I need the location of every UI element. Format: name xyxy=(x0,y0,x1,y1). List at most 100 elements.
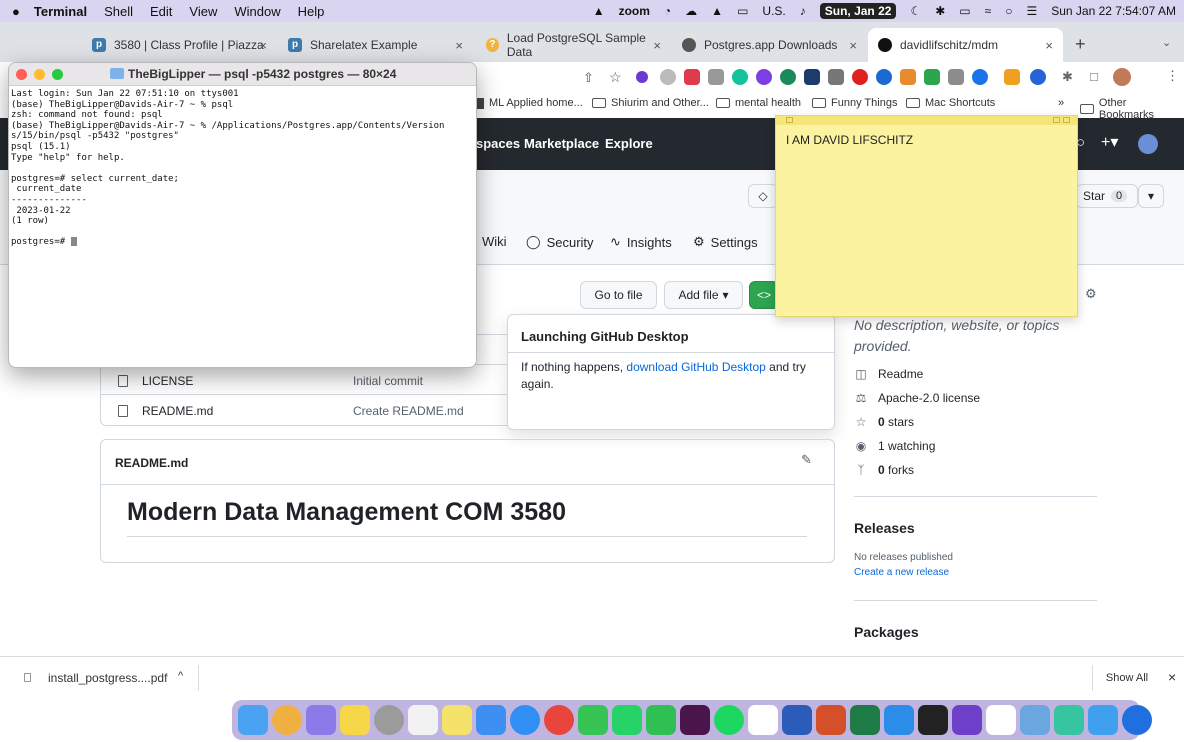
tab-load-postgres[interactable]: ? Load PostgreSQL Sample Data × xyxy=(476,28,671,62)
wifi-icon[interactable]: ≈ xyxy=(985,4,992,18)
spotify-icon[interactable] xyxy=(714,705,744,735)
menu-app-terminal[interactable]: Terminal xyxy=(34,4,87,19)
battery-charge-icon[interactable]: ▭ xyxy=(959,4,970,18)
extension-icon[interactable] xyxy=(636,71,648,83)
menu-window[interactable]: Window xyxy=(234,4,280,19)
calendar-icon[interactable] xyxy=(986,705,1016,735)
zoom-status[interactable]: zoom xyxy=(619,4,650,18)
close-icon[interactable]: × xyxy=(455,38,463,53)
create-release-link[interactable]: Create a new release xyxy=(854,567,949,578)
moon-icon[interactable]: ☾ xyxy=(910,4,921,18)
extension-icon[interactable] xyxy=(804,69,820,85)
show-all-button[interactable]: Show All xyxy=(1092,665,1161,691)
close-icon[interactable]: × xyxy=(259,38,267,53)
download-file-name[interactable]: install_postgress....pdf xyxy=(48,671,167,685)
launchpad-icon[interactable] xyxy=(306,705,336,735)
extension-icon[interactable] xyxy=(972,69,988,85)
readme-link[interactable]: ◫ Readme xyxy=(854,367,923,381)
app-icon[interactable] xyxy=(1088,705,1118,735)
bookmark-funny-things[interactable]: Funny Things xyxy=(812,97,897,109)
nav-explore[interactable]: Explore xyxy=(605,136,653,151)
sticky-close-icon[interactable] xyxy=(786,117,793,123)
metamask-icon[interactable] xyxy=(900,69,916,85)
close-icon[interactable]: × xyxy=(849,38,857,53)
spotlight-icon[interactable]: ○ xyxy=(1005,4,1012,18)
hat-icon[interactable]: ▲ xyxy=(711,4,723,18)
whatsapp-icon[interactable] xyxy=(612,705,642,735)
menu-shell[interactable]: Shell xyxy=(104,4,133,19)
facetime-icon[interactable] xyxy=(646,705,676,735)
star-button[interactable]: Star 0 xyxy=(1076,184,1138,208)
extension-icon[interactable] xyxy=(948,69,964,85)
input-source[interactable]: U.S. xyxy=(762,4,785,18)
extension-icon[interactable] xyxy=(876,69,892,85)
sticky-note[interactable]: I AM DAVID LIFSCHITZ xyxy=(775,115,1078,317)
stickies-icon[interactable] xyxy=(442,705,472,735)
close-icon[interactable]: × xyxy=(653,38,661,53)
extensions-puzzle-icon[interactable]: ✱ xyxy=(1062,69,1073,85)
control-center-icon[interactable]: ☰ xyxy=(1026,4,1037,18)
extension-icon[interactable] xyxy=(852,69,868,85)
extension-icon[interactable] xyxy=(660,69,676,85)
go-to-file-button[interactable]: Go to file xyxy=(580,281,657,309)
bookmark-star-icon[interactable]: ☆ xyxy=(609,69,622,86)
powerpoint-icon[interactable] xyxy=(816,705,846,735)
license-link[interactable]: ⚖ Apache-2.0 license xyxy=(854,391,980,405)
reminders-icon[interactable] xyxy=(408,705,438,735)
terminal-window[interactable]: TheBigLipper — psql -p5432 postgres — 80… xyxy=(8,62,477,368)
about-gear-icon[interactable]: ⚙ xyxy=(1085,286,1097,302)
bookmarks-overflow-icon[interactable]: » xyxy=(1058,97,1064,109)
star-dropdown[interactable]: ▾ xyxy=(1138,184,1164,208)
tab-insights[interactable]: ∿ Insights xyxy=(610,234,672,250)
safari-icon[interactable] xyxy=(510,705,540,735)
stars-link[interactable]: ☆ 0 stars xyxy=(854,415,914,429)
extension-icon[interactable] xyxy=(1004,69,1020,85)
slack-icon[interactable] xyxy=(1054,705,1084,735)
create-new-icon[interactable]: +▾ xyxy=(1101,132,1118,152)
tab-postgres-app[interactable]: Postgres.app Downloads × xyxy=(672,28,867,62)
extension-icon[interactable] xyxy=(924,69,940,85)
mail-icon[interactable] xyxy=(476,705,506,735)
pin-button[interactable]: ◇ xyxy=(748,184,778,208)
watching-link[interactable]: ◉ 1 watching xyxy=(854,439,936,453)
extension-icon[interactable] xyxy=(780,69,796,85)
system-settings-icon[interactable] xyxy=(374,705,404,735)
bookmark-mac-shortcuts[interactable]: Mac Shortcuts xyxy=(906,97,995,109)
terminal-output[interactable]: Last login: Sun Jan 22 07:51:10 on ttys0… xyxy=(9,86,476,251)
tab-security[interactable]: ◯ Security xyxy=(526,234,594,250)
clock[interactable]: Sun Jan 22 7:54:07 AM xyxy=(1051,4,1176,18)
bookmark-ml-applied[interactable]: ML Applied home... xyxy=(476,97,583,109)
new-tab-button[interactable]: + xyxy=(1075,34,1086,55)
extension-icon[interactable] xyxy=(1030,69,1046,85)
commit-message[interactable]: Create README.md xyxy=(353,404,464,418)
tab-wiki[interactable]: Wiki xyxy=(482,234,507,249)
finder-icon[interactable] xyxy=(238,705,268,735)
word-icon[interactable] xyxy=(782,705,812,735)
preview-icon[interactable] xyxy=(1020,705,1050,735)
cloud-icon[interactable]: ☁ xyxy=(685,4,697,18)
tab-sharelatex[interactable]: p Sharelatex Example × xyxy=(278,28,473,62)
battery-icon[interactable]: ▭ xyxy=(737,4,748,18)
releases-title[interactable]: Releases xyxy=(854,520,915,536)
chrome-menu-icon[interactable]: ⋮ xyxy=(1166,68,1179,84)
zoom-window-button[interactable] xyxy=(52,69,63,80)
memoji-icon[interactable] xyxy=(272,705,302,735)
vscode-icon[interactable] xyxy=(884,705,914,735)
bookmark-shiurim[interactable]: Shiurim and Other... xyxy=(592,97,709,109)
messages-icon[interactable] xyxy=(578,705,608,735)
github-desktop-icon[interactable] xyxy=(952,705,982,735)
nav-marketplace[interactable]: Marketplace xyxy=(524,136,599,151)
edit-pencil-icon[interactable]: ✎ xyxy=(801,452,812,468)
close-icon[interactable]: × xyxy=(1168,669,1176,685)
date-pill[interactable]: Sun, Jan 22 xyxy=(819,3,897,19)
volume-icon[interactable]: ♪ xyxy=(800,4,806,18)
sticky-title-bar[interactable] xyxy=(776,116,1077,125)
chrome-icon[interactable] xyxy=(544,705,574,735)
bluetooth-icon[interactable]: ✱ xyxy=(935,4,945,18)
excel-icon[interactable] xyxy=(850,705,880,735)
add-file-button[interactable]: Add file ▾ xyxy=(664,281,743,309)
bookmark-mental-health[interactable]: mental health xyxy=(716,97,801,109)
menu-view[interactable]: View xyxy=(189,4,217,19)
notes-icon[interactable] xyxy=(340,705,370,735)
extension-icon[interactable] xyxy=(828,69,844,85)
